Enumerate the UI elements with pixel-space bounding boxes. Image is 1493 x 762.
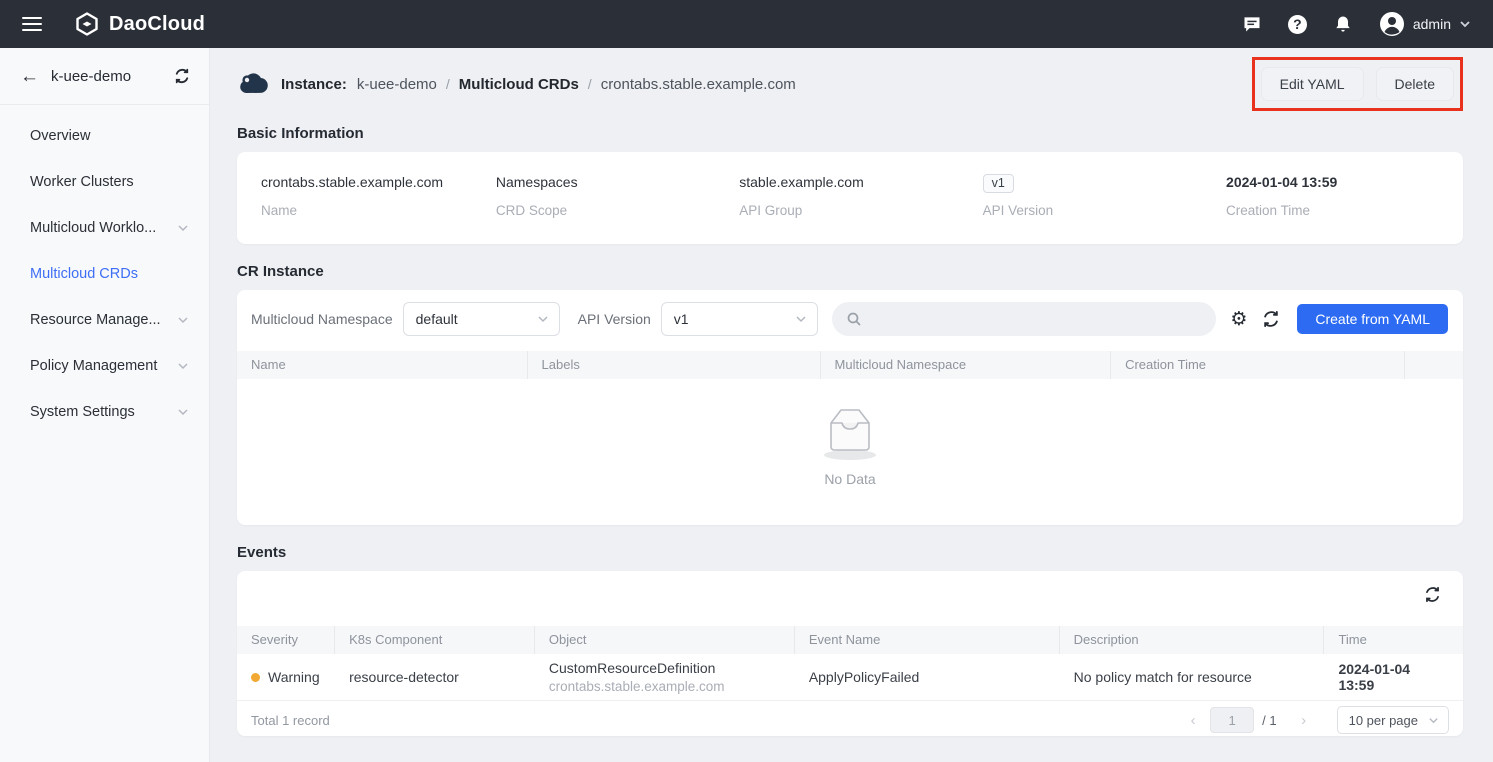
cr-empty-state: No Data — [237, 379, 1463, 525]
info-field-crd-scope: Namespaces CRD Scope — [496, 174, 739, 218]
events-refresh-icon[interactable] — [1423, 585, 1443, 605]
delete-button[interactable]: Delete — [1376, 67, 1454, 101]
cr-col-actions — [1405, 351, 1463, 379]
daocloud-logo-icon — [74, 11, 100, 37]
events-toolbar — [237, 571, 1463, 615]
cr-col-multicloud-namespace[interactable]: Multicloud Namespace — [821, 351, 1112, 379]
no-data-text: No Data — [824, 471, 875, 487]
events-col-event-name[interactable]: Event Name — [795, 626, 1060, 654]
events-col-k8s-component[interactable]: K8s Component — [335, 626, 535, 654]
namespace-filter-label: Multicloud Namespace — [251, 311, 393, 327]
api-version-filter-label: API Version — [578, 311, 651, 327]
api-version-select[interactable]: v1 — [661, 302, 818, 336]
cr-filter-row: Multicloud Namespace default API Version… — [237, 298, 1463, 340]
page-header: Instance: k-uee-demo / Multicloud CRDs /… — [237, 62, 1463, 106]
cr-col-creation-time[interactable]: Creation Time — [1111, 351, 1405, 379]
info-field-creation-time: 2024-01-04 13:59 Creation Time — [1226, 174, 1439, 218]
total-records-text: Total 1 record — [251, 713, 330, 728]
events-col-object[interactable]: Object — [535, 626, 795, 654]
back-arrow-icon[interactable]: ← — [20, 67, 39, 86]
total-pages-text: / 1 — [1262, 713, 1276, 728]
events-table-header: Severity K8s Component Object Event Name… — [237, 626, 1463, 654]
instance-label: Instance: — [281, 76, 347, 93]
cr-instance-title: CR Instance — [237, 263, 1463, 280]
severity-cell: Warning — [237, 663, 335, 691]
info-field-name: crontabs.stable.example.com Name — [261, 174, 496, 218]
create-from-yaml-button[interactable]: Create from YAML — [1297, 304, 1448, 334]
avatar-icon — [1379, 11, 1405, 37]
user-menu[interactable]: admin — [1379, 11, 1471, 37]
hamburger-menu-icon[interactable] — [22, 17, 42, 31]
cloud-icon — [237, 72, 269, 96]
page-actions: Edit YAML Delete — [1252, 57, 1463, 111]
switch-instance-icon[interactable] — [173, 67, 191, 85]
edit-yaml-button[interactable]: Edit YAML — [1261, 67, 1364, 101]
refresh-icon[interactable] — [1261, 309, 1281, 329]
events-col-time[interactable]: Time — [1324, 626, 1463, 654]
user-chevron-down-icon — [1459, 18, 1471, 30]
previous-page-icon[interactable]: ‹ — [1184, 712, 1202, 729]
events-title: Events — [237, 544, 1463, 561]
search-icon — [846, 311, 862, 327]
cr-table-header: Name Labels Multicloud Namespace Creatio… — [237, 351, 1463, 379]
chevron-down-icon — [1428, 715, 1439, 726]
chevron-down-icon — [795, 313, 807, 325]
sidebar: ← k-uee-demo Overview Worker Clusters Mu… — [0, 48, 210, 762]
sidebar-item-resource-management[interactable]: Resource Manage... — [0, 297, 209, 343]
search-input[interactable] — [870, 311, 1203, 327]
next-page-icon[interactable]: › — [1295, 712, 1313, 729]
events-col-description[interactable]: Description — [1060, 626, 1325, 654]
sidebar-menu: Overview Worker Clusters Multicloud Work… — [0, 105, 209, 435]
k8s-component-cell: resource-detector — [335, 663, 535, 691]
sidebar-instance-name: k-uee-demo — [51, 68, 131, 85]
sidebar-item-worker-clusters[interactable]: Worker Clusters — [0, 159, 209, 205]
info-field-api-version: v1 API Version — [983, 174, 1226, 218]
time-cell: 2024-01-04 13:59 — [1324, 655, 1463, 699]
events-col-severity[interactable]: Severity — [237, 626, 335, 654]
brand-name: DaoCloud — [109, 13, 205, 36]
chevron-down-icon — [177, 222, 189, 234]
help-icon[interactable]: ? — [1288, 15, 1307, 34]
cr-col-labels[interactable]: Labels — [528, 351, 821, 379]
user-name: admin — [1413, 16, 1451, 32]
warning-dot-icon — [251, 673, 260, 682]
api-version-tag: v1 — [983, 174, 1014, 193]
chevron-down-icon — [177, 314, 189, 326]
page-size-select[interactable]: 10 per page — [1337, 706, 1449, 734]
breadcrumb-multicloud-crds[interactable]: Multicloud CRDs — [459, 76, 579, 93]
events-pagination: Total 1 record ‹ / 1 › 10 per page — [237, 701, 1463, 739]
sidebar-item-system-settings[interactable]: System Settings — [0, 389, 209, 435]
breadcrumb-separator: / — [588, 76, 592, 92]
gear-icon[interactable]: ⚙ — [1230, 310, 1247, 329]
current-page-input[interactable] — [1210, 707, 1254, 733]
info-field-api-group: stable.example.com API Group — [739, 174, 982, 218]
main-content: Instance: k-uee-demo / Multicloud CRDs /… — [210, 48, 1493, 762]
chevron-down-icon — [177, 406, 189, 418]
daocloud-brand[interactable]: DaoCloud — [74, 11, 205, 37]
breadcrumb-instance[interactable]: k-uee-demo — [357, 76, 437, 93]
chevron-down-icon — [177, 360, 189, 372]
sidebar-item-multicloud-workloads[interactable]: Multicloud Worklo... — [0, 205, 209, 251]
cr-instance-card: Multicloud Namespace default API Version… — [237, 290, 1463, 525]
messages-icon[interactable] — [1242, 14, 1262, 34]
sidebar-item-policy-management[interactable]: Policy Management — [0, 343, 209, 389]
basic-information-title: Basic Information — [237, 125, 1463, 142]
namespace-select[interactable]: default — [403, 302, 560, 336]
breadcrumb-separator: / — [446, 76, 450, 92]
sidebar-item-multicloud-crds[interactable]: Multicloud CRDs — [0, 251, 209, 297]
events-card: Severity K8s Component Object Event Name… — [237, 571, 1463, 736]
events-table-row: Warning resource-detector CustomResource… — [237, 654, 1463, 701]
no-data-icon — [811, 403, 889, 465]
object-cell: CustomResourceDefinition crontabs.stable… — [535, 654, 795, 700]
basic-information-card: crontabs.stable.example.com Name Namespa… — [237, 152, 1463, 244]
event-name-cell: ApplyPolicyFailed — [795, 663, 1060, 691]
cr-col-name[interactable]: Name — [237, 351, 528, 379]
sidebar-item-overview[interactable]: Overview — [0, 113, 209, 159]
top-navbar: DaoCloud ? admin — [0, 0, 1493, 48]
search-box[interactable] — [832, 302, 1217, 336]
description-cell: No policy match for resource — [1060, 663, 1325, 691]
breadcrumb-crd-name: crontabs.stable.example.com — [601, 76, 796, 93]
chevron-down-icon — [537, 313, 549, 325]
notifications-bell-icon[interactable] — [1333, 14, 1353, 34]
